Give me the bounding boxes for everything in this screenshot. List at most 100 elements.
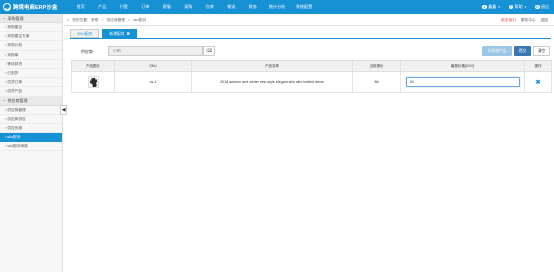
sidebar: − 采购管理 •采购建议 •采购建议方案 •采购计划 •采购单 •等待到货 •已… [0, 14, 63, 272]
app-logo[interactable]: 跨境电商ERP沙盒 [3, 2, 57, 12]
sidebar-item-sku-pairing-review[interactable]: •sku配对审核 [0, 142, 62, 152]
store-input[interactable] [108, 46, 203, 56]
sidebar-group-title: 采购管理 [7, 15, 24, 21]
breadcrumb-separator: > [101, 18, 104, 22]
sidebar-item-purchase-order[interactable]: •采购单 [0, 51, 62, 60]
help-icon: ? [508, 4, 514, 10]
product-thumbnail[interactable] [87, 76, 99, 88]
store-label-text: 供应商 [81, 49, 93, 54]
clear-button[interactable]: 清空 [533, 46, 550, 56]
logo-text: 跨境电商ERP沙盒 [13, 5, 58, 11]
caret-down-icon: ▼ [524, 5, 527, 9]
sidebar-item-label: 采购计划 [7, 43, 23, 48]
collapse-icon: − [3, 98, 6, 103]
help-label: 帮助 [514, 4, 523, 9]
breadcrumb: ⌂ 您的位置: 采购 > 供应商管理 > sku配对 [67, 14, 146, 26]
sidebar-item-supply-orders[interactable]: •供货订单 [0, 78, 62, 88]
nav-products[interactable]: 产品 [92, 0, 114, 14]
sidebar-item-supplier-management[interactable]: •供应商管理 [0, 106, 62, 115]
sidebar-item-label: 供应商管理 [7, 107, 26, 112]
sidebar-item-label: 等待到货 [7, 61, 23, 66]
sidebar-item-purchase-suggestion[interactable]: •采购建议 [0, 23, 62, 33]
sidebar-item-purchase-plan[interactable]: •采购计划 [0, 41, 62, 51]
tab-sku-pairing[interactable]: SKU配对 [70, 29, 100, 38]
breadcrumb-item: sku配对 [133, 18, 147, 22]
collapse-icon: − [3, 15, 6, 21]
breadcrumb-separator: > [127, 18, 131, 22]
sidebar-group-purchase[interactable]: − 采购管理 [0, 14, 62, 23]
add-product-button[interactable]: ⊕添加产品 [482, 46, 512, 56]
quote-cell [400, 71, 525, 93]
pairing-table: 产品图片 SKU 产品名称 当前报价 最报价格[CNY] 操作 cs-1 201… [71, 60, 552, 93]
sidebar-item-label: sku配对 [7, 135, 21, 140]
close-icon[interactable]: ✖ [127, 32, 130, 36]
sidebar-item-label: 供货产品 [7, 89, 23, 94]
sidebar-item-label: 已到货 [7, 70, 19, 75]
nav-orders[interactable]: 订单 [135, 0, 157, 14]
sidebar-item-arrived[interactable]: •已到货 [0, 69, 62, 79]
column-header: 最报价格[CNY] [400, 60, 525, 72]
breadcrumb-links: 新手指引 服务中心 返回 [501, 14, 548, 26]
top-nav-bar: 跨境电商ERP沙盒 首页 产品 刊登 订单 客服 采购 仓库 物流 财务 统计分… [0, 0, 554, 14]
breadcrumb-item[interactable]: 供应商管理 [107, 14, 125, 26]
column-header: 产品名称 [191, 60, 353, 72]
sidebar-item-supplier-supply[interactable]: •供应商供应 [0, 115, 62, 124]
sidebar-group-title: 供应商管理 [7, 98, 28, 103]
clear-store-button[interactable]: ⌫ [203, 46, 215, 56]
caret-down-icon: ▼ [497, 5, 501, 9]
column-header: 操作 [524, 60, 552, 72]
breadcrumb-prefix: 您的位置: [72, 18, 89, 22]
exit-label: 退出 [541, 4, 549, 9]
help-link[interactable]: ? 帮助 ▼ [508, 4, 527, 10]
pairing-form: 供应商* ⌫ ⊕添加产品 提交 清空 产品图片 SKU 产品名称 当前报价 最报… [70, 40, 552, 272]
add-product-label: 添加产品 [491, 49, 507, 53]
nav-listing[interactable]: 刊登 [113, 0, 135, 14]
service-center-link[interactable]: 服务中心 [521, 14, 536, 26]
product-name-cell: 2018 autumn and winter new style elegant… [191, 71, 353, 93]
sku-cell: cs-1 [114, 71, 192, 93]
sidebar-item-label: 供应商供应 [7, 116, 26, 121]
sidebar-item-suggestion-plan[interactable]: •采购建议方案 [0, 32, 62, 42]
logo-icon [3, 3, 11, 11]
column-header: SKU [114, 60, 192, 72]
sidebar-item-label: 采购建议 [7, 25, 23, 29]
nav-logistics[interactable]: 物流 [221, 0, 243, 14]
current-price-cell: 88 [352, 71, 401, 93]
tab-underline [70, 38, 551, 39]
nav-home[interactable]: 首页 [70, 0, 92, 14]
sidebar-item-supply-discount[interactable]: •供应优惠 [0, 124, 62, 134]
nav-purchase[interactable]: 采购 [178, 0, 200, 14]
breadcrumb-bar: ⌂ 您的位置: 采购 > 供应商管理 > sku配对 新手指引 服务中心 返回 [64, 14, 554, 26]
submit-button[interactable]: 提交 [514, 46, 531, 56]
user-name: 鑫鑫 [488, 4, 497, 9]
main-nav: 首页 产品 刊登 订单 客服 采购 仓库 物流 财务 统计分析 系统配置 [70, 0, 318, 14]
sidebar-item-label: 采购建议方案 [7, 34, 30, 39]
sidebar-item-sku-pairing[interactable]: •sku配对 [0, 133, 62, 143]
table-header-row: 产品图片 SKU 产品名称 当前报价 最报价格[CNY] 操作 [71, 60, 552, 72]
tab-bar: SKU配对 新增配对 ✖ [70, 29, 137, 38]
sidebar-group-supplier[interactable]: − 供应商管理 [0, 96, 62, 106]
newbie-guide-link[interactable]: 新手指引 [501, 14, 516, 26]
sidebar-item-awaiting-arrival[interactable]: •等待到货 [0, 60, 62, 69]
top-right-links: ● 鑫鑫 ▼ ? 帮助 ▼ ⏻ 退出 [482, 0, 549, 14]
nav-service[interactable]: 客服 [156, 0, 178, 14]
exit-link[interactable]: ⏻ 退出 [534, 4, 549, 10]
delete-icon[interactable]: ✖ [535, 80, 540, 86]
tab-new-pairing[interactable]: 新增配对 ✖ [102, 29, 137, 38]
action-cell: ✖ [524, 71, 552, 93]
nav-finance[interactable]: 财务 [242, 0, 264, 14]
power-icon: ⏻ [534, 4, 540, 10]
user-menu[interactable]: ● 鑫鑫 ▼ [482, 4, 501, 10]
store-label: 供应商* [81, 49, 94, 55]
nav-settings[interactable]: 系统配置 [291, 0, 318, 14]
column-header: 当前报价 [352, 60, 401, 72]
nav-statistics[interactable]: 统计分析 [264, 0, 291, 14]
nav-warehouse[interactable]: 仓库 [199, 0, 221, 14]
table-row: cs-1 2018 autumn and winter new style el… [71, 71, 552, 93]
back-link[interactable]: 返回 [541, 14, 548, 26]
breadcrumb-item[interactable]: 采购 [91, 14, 98, 26]
quote-price-input[interactable] [405, 77, 520, 87]
sidebar-collapse-toggle[interactable]: ◀ [60, 105, 67, 115]
tab-label: 新增配对 [109, 32, 125, 36]
sidebar-item-label: 供应优惠 [7, 125, 23, 130]
